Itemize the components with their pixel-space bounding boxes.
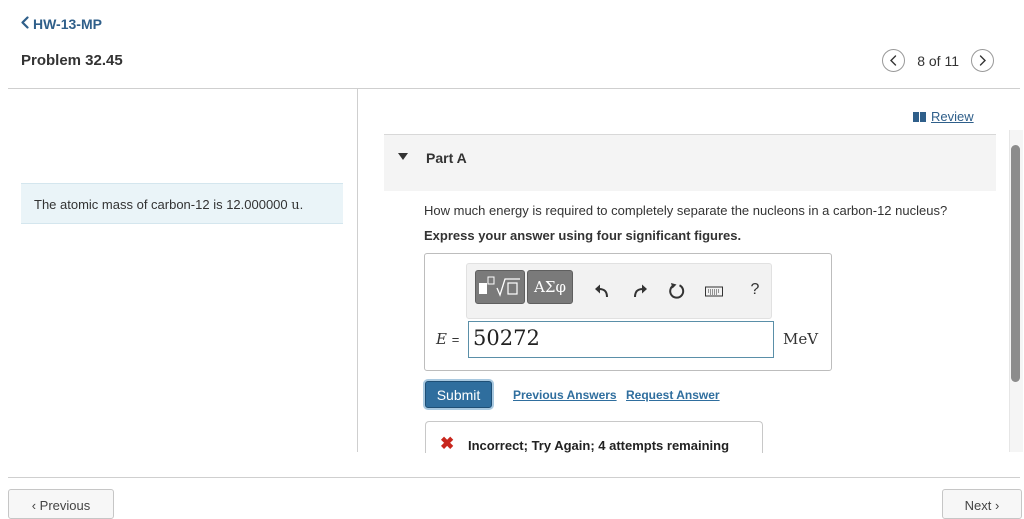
footer-divider bbox=[8, 477, 1020, 478]
scrollbar-thumb[interactable] bbox=[1011, 145, 1020, 382]
undo-icon[interactable] bbox=[593, 282, 611, 300]
math-toolbar: ΑΣφ ? bbox=[466, 263, 772, 319]
answer-input[interactable]: 50272 bbox=[468, 321, 774, 358]
review-label: Review bbox=[931, 109, 974, 124]
book-icon bbox=[913, 111, 926, 122]
templates-button[interactable] bbox=[475, 270, 525, 304]
previous-button[interactable]: ‹ Previous bbox=[8, 489, 114, 519]
info-unit: u bbox=[291, 198, 300, 213]
problem-title: Problem 32.45 bbox=[21, 52, 123, 69]
next-button[interactable]: Next › bbox=[942, 489, 1022, 519]
equation-label: E = bbox=[436, 330, 459, 348]
part-label: Part A bbox=[426, 150, 467, 166]
next-problem-button[interactable] bbox=[971, 49, 994, 72]
back-link[interactable]: HW-13-MP bbox=[20, 16, 102, 32]
request-answer-link[interactable]: Request Answer bbox=[626, 388, 720, 402]
keyboard-icon[interactable] bbox=[705, 282, 723, 300]
chevron-left-icon bbox=[890, 55, 897, 66]
templates-icon bbox=[479, 276, 520, 297]
equation-variable: E bbox=[436, 330, 447, 348]
equation-equals: = bbox=[451, 332, 460, 347]
info-end: . bbox=[299, 197, 304, 212]
problem-info-box: The atomic mass of carbon-12 is 12.00000… bbox=[21, 183, 343, 224]
reset-icon[interactable] bbox=[668, 282, 686, 300]
info-text: The atomic mass of carbon-12 is 12.00000… bbox=[34, 197, 288, 212]
feedback-text: Incorrect; Try Again; 4 attempts remaini… bbox=[468, 438, 730, 453]
redo-icon[interactable] bbox=[631, 282, 649, 300]
unit-label: MeV bbox=[783, 330, 819, 348]
header-divider bbox=[8, 88, 1020, 89]
part-header[interactable] bbox=[384, 134, 996, 191]
question-text: How much energy is required to completel… bbox=[424, 203, 948, 218]
incorrect-x-icon: ✖ bbox=[440, 434, 455, 453]
greek-symbols-button[interactable]: ΑΣφ bbox=[527, 270, 573, 304]
chevron-right-icon bbox=[979, 55, 986, 66]
collapse-caret-icon[interactable] bbox=[398, 153, 408, 160]
back-link-label: HW-13-MP bbox=[33, 16, 102, 32]
problem-pager: 8 of 11 bbox=[882, 49, 994, 72]
instruction-text: Express your answer using four significa… bbox=[424, 228, 742, 243]
review-link[interactable]: Review bbox=[913, 109, 974, 124]
pager-text: 8 of 11 bbox=[917, 52, 959, 69]
panel-divider bbox=[357, 89, 358, 452]
chevron-left-icon bbox=[20, 16, 30, 32]
previous-problem-button[interactable] bbox=[882, 49, 906, 72]
submit-button[interactable]: Submit bbox=[425, 381, 492, 408]
help-icon[interactable]: ? bbox=[746, 281, 764, 299]
previous-answers-link[interactable]: Previous Answers bbox=[513, 388, 617, 402]
